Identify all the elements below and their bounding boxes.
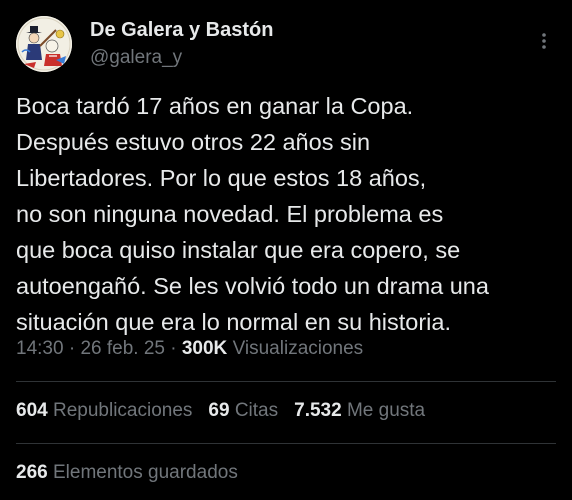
quotes-stat[interactable]: 69 Citas (208, 400, 278, 422)
author-handle[interactable]: @galera_y (90, 47, 182, 69)
likes-stat[interactable]: 7.532 Me gusta (294, 400, 425, 422)
tweet-text-line: Libertadores. Por lo que estos 18 años, (16, 165, 427, 191)
divider (16, 443, 556, 444)
tweet-text-line: Boca tardó 17 años en ganar la Copa. (16, 93, 414, 119)
likes-label: Me gusta (346, 400, 426, 421)
reposts-count: 604 (16, 400, 48, 421)
reposts-label: Republicaciones (52, 400, 193, 421)
tweet-text-line: que boca quiso instalar que era copero, … (16, 237, 461, 263)
bookmarks-count: 266 (16, 462, 48, 483)
bookmarks-label: Elementos guardados (52, 462, 238, 483)
likes-count: 7.532 (294, 400, 342, 421)
quotes-count: 69 (208, 400, 230, 421)
quotes-label: Citas (234, 400, 279, 421)
author-display-name[interactable]: De Galera y Bastón (90, 19, 273, 42)
tweet-text-line: autoengañó. Se les volvió todo un drama … (16, 273, 489, 299)
divider (16, 381, 556, 382)
author-avatar[interactable] (16, 16, 72, 72)
tweet-metadata: 14:30 · 26 feb. 25 · 300K Visualizacione… (16, 338, 363, 360)
views-count: 300K (181, 338, 228, 359)
more-vertical-icon[interactable] (536, 30, 552, 54)
bookmarks-stat[interactable]: 266 Elementos guardados (16, 462, 238, 484)
meta-separator: · (170, 338, 177, 359)
engagement-stats: 604 Republicaciones 69 Citas 7.532 Me gust… (16, 400, 425, 422)
cartoon-avatar-icon (16, 16, 72, 72)
reposts-stat[interactable]: 604 Republicaciones (16, 400, 192, 422)
tweet-text-line: no son ninguna novedad. El problema es (16, 201, 444, 227)
tweet-text: Boca tardó 17 años en ganar la Copa. Des… (16, 88, 561, 340)
views-label: Visualizaciones (232, 338, 364, 359)
tweet-date[interactable]: 26 feb. 25 (80, 338, 165, 359)
tweet-text-line: situación que era lo normal en su histor… (16, 309, 451, 335)
meta-separator: · (68, 338, 76, 359)
tweet-time[interactable]: 14:30 (16, 338, 64, 359)
tweet-text-line: Después estuvo otros 22 años sin (16, 129, 371, 155)
